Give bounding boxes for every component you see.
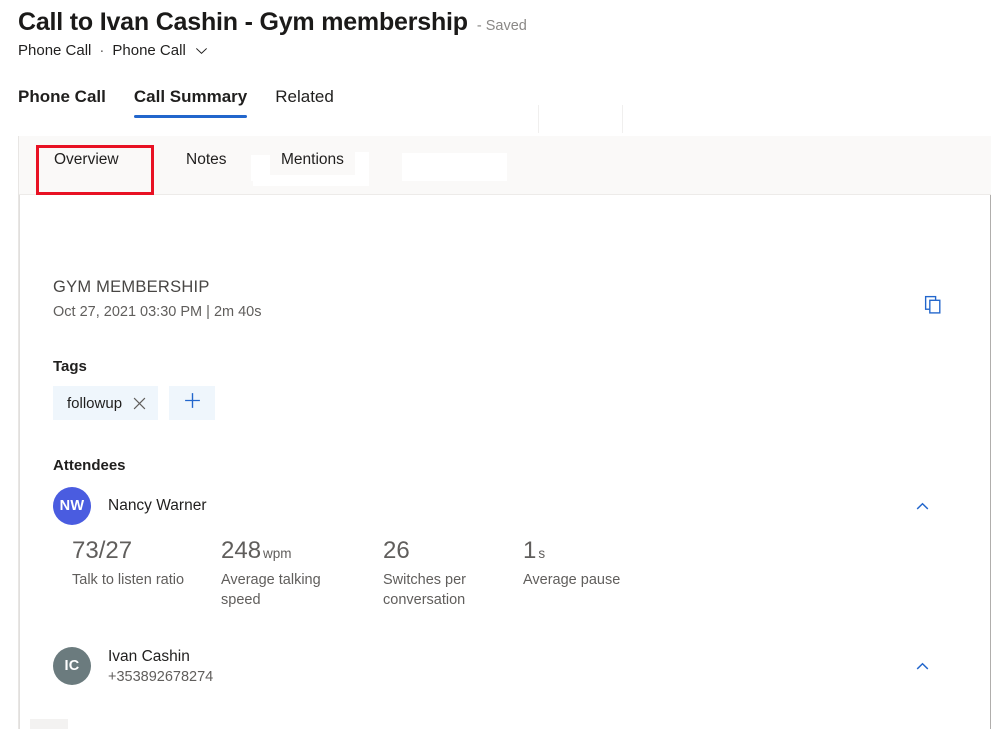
attendee-stats-nancy-warner: 73/27 Talk to listen ratio 248wpm Averag… (72, 538, 672, 610)
stat-label: Talk to listen ratio (72, 571, 200, 590)
stat-value: 1s (523, 538, 672, 563)
stat-number: 248 (221, 537, 261, 564)
overview-panel: GYM MEMBERSHIP Oct 27, 2021 03:30 PM | 2… (19, 195, 991, 729)
subtab-notes[interactable]: Notes (186, 151, 227, 169)
chevron-up-icon[interactable] (907, 651, 937, 681)
stat-average-talking-speed: 248wpm Average talking speed (221, 538, 383, 610)
chevron-up-icon[interactable] (907, 491, 937, 521)
attendee-phone: +353892678274 (108, 669, 213, 685)
call-summary-card: Overview Notes Mentions GYM MEMBERSHIP O… (18, 136, 990, 729)
attendees-section-label: Attendees (53, 457, 126, 474)
stat-label: Average pause (523, 571, 651, 590)
subtab-mentions[interactable]: Mentions (281, 151, 344, 169)
stat-value: 26 (383, 538, 523, 563)
close-icon[interactable] (133, 397, 146, 410)
header-divider-2 (622, 105, 623, 133)
redaction-overlay (253, 175, 369, 186)
attendee-row-ivan-cashin[interactable]: IC Ivan Cashin +353892678274 (53, 647, 959, 685)
subtab-overview-label: Overview (54, 151, 119, 168)
stat-label: Average talking speed (221, 571, 349, 610)
breadcrumb-entity-type: Phone Call (18, 42, 91, 59)
tab-related[interactable]: Related (261, 84, 348, 118)
call-subject: GYM MEMBERSHIP (53, 278, 210, 297)
chevron-down-icon[interactable] (194, 43, 209, 58)
tab-phone-call-label: Phone Call (18, 87, 106, 106)
copy-icon[interactable] (919, 290, 947, 318)
subtab-notes-label: Notes (186, 151, 227, 168)
header-divider-1 (538, 105, 539, 133)
attendee-identity: Ivan Cashin +353892678274 (108, 648, 213, 685)
tab-phone-call[interactable]: Phone Call (18, 84, 120, 118)
stat-number: 73/27 (72, 537, 132, 564)
stat-unit: s (538, 546, 545, 561)
stat-value: 248wpm (221, 538, 383, 563)
subtab-mentions-label: Mentions (281, 151, 344, 168)
stat-talk-to-listen-ratio: 73/27 Talk to listen ratio (72, 538, 221, 610)
stat-number: 26 (383, 537, 410, 564)
tab-call-summary-label: Call Summary (134, 87, 247, 106)
form-tab-list: Phone Call Call Summary Related (18, 84, 348, 118)
tag-chip-label: followup (67, 395, 122, 412)
stat-number: 1 (523, 537, 536, 564)
attendee-row-nancy-warner[interactable]: NW Nancy Warner (53, 487, 959, 525)
attendee-identity: Nancy Warner (108, 497, 206, 515)
attendee-name: Ivan Cashin (108, 648, 213, 666)
add-tag-button[interactable] (169, 386, 215, 420)
avatar-initials: NW (60, 498, 85, 514)
avatar: NW (53, 487, 91, 525)
breadcrumb: Phone Call · Phone Call (18, 42, 209, 59)
avatar: IC (53, 647, 91, 685)
breadcrumb-separator: · (99, 42, 104, 59)
saved-status: - Saved (477, 18, 527, 34)
stat-switches-per-conversation: 26 Switches per conversation (383, 538, 523, 610)
record-header: Call to Ivan Cashin - Gym membership - S… (0, 0, 1000, 105)
call-datetime-duration: Oct 27, 2021 03:30 PM | 2m 40s (53, 304, 262, 320)
tab-related-label: Related (275, 87, 334, 106)
tag-chip-followup[interactable]: followup (53, 386, 158, 420)
bottom-left-stub (30, 719, 68, 729)
attendee-name: Nancy Warner (108, 497, 206, 515)
stat-unit: wpm (263, 546, 292, 561)
stat-value: 73/27 (72, 538, 221, 563)
plus-icon (183, 391, 202, 415)
stat-average-pause: 1s Average pause (523, 538, 672, 610)
tab-call-summary[interactable]: Call Summary (120, 84, 261, 118)
page-title: Call to Ivan Cashin - Gym membership (18, 8, 468, 37)
app-root: Call to Ivan Cashin - Gym membership - S… (0, 0, 1000, 729)
avatar-initials: IC (64, 658, 79, 674)
title-row: Call to Ivan Cashin - Gym membership - S… (18, 8, 527, 37)
breadcrumb-form-name: Phone Call (112, 42, 185, 59)
subtab-overview[interactable]: Overview (54, 151, 119, 169)
redaction-overlay (402, 153, 507, 181)
tags-list: followup (53, 386, 215, 420)
tags-section-label: Tags (53, 358, 87, 375)
stat-label: Switches per conversation (383, 571, 511, 610)
